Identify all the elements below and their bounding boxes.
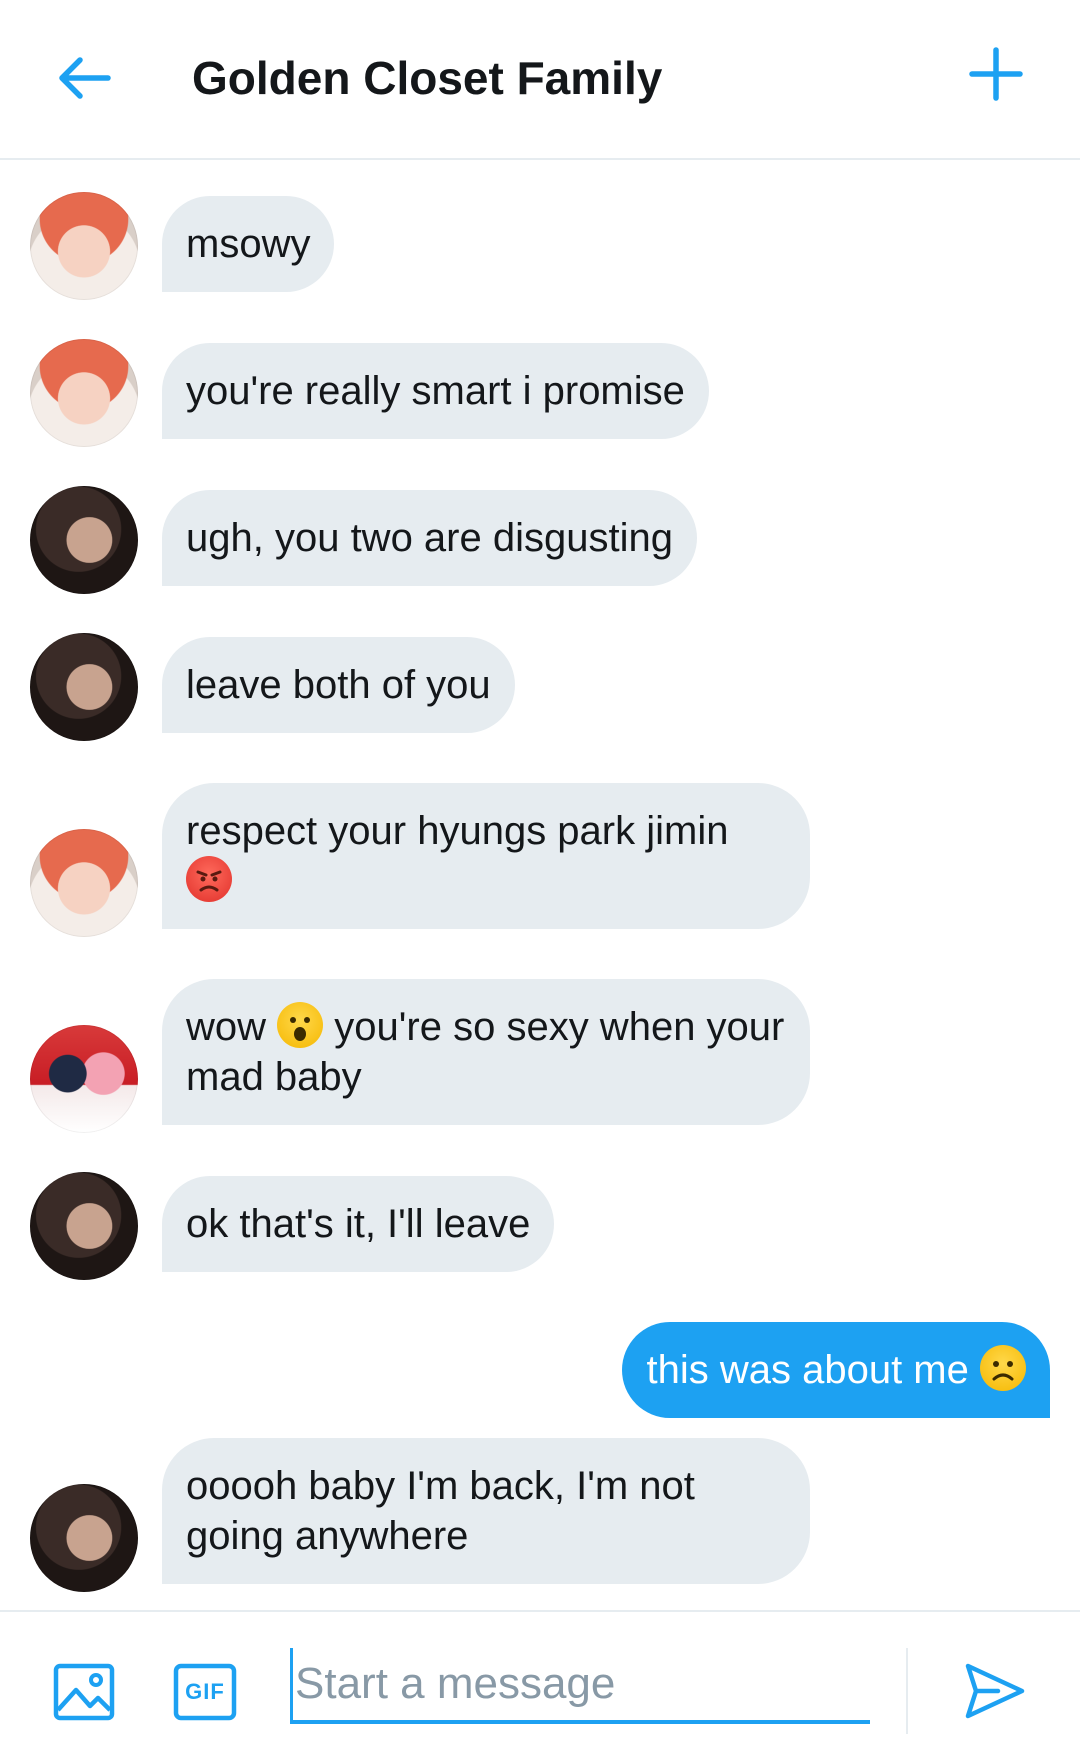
message-text: leave both of you — [186, 663, 491, 707]
message-text: ok that's it, I'll leave — [186, 1202, 531, 1246]
message-input-wrapper[interactable] — [290, 1648, 875, 1724]
gif-button[interactable]: GIF — [172, 1660, 238, 1724]
message-composer: GIF — [0, 1610, 1080, 1757]
add-participant-button[interactable] — [964, 42, 1028, 106]
message-bubble[interactable]: ok that's it, I'll leave — [162, 1176, 555, 1272]
conversation-header: Golden Closet Family — [0, 0, 1080, 160]
avatar-jimin[interactable] — [30, 486, 138, 594]
avatar-suga[interactable] — [30, 829, 138, 937]
message-bubble[interactable]: wow you're so sexy when your mad baby — [162, 979, 810, 1125]
message-bubble[interactable]: msowy — [162, 196, 335, 292]
back-button[interactable] — [52, 46, 116, 110]
conversation-title[interactable]: Golden Closet Family — [192, 46, 662, 110]
send-button[interactable] — [962, 1658, 1028, 1724]
avatar-jimin[interactable] — [30, 633, 138, 741]
message-bubble[interactable]: respect your hyungs park jimin — [162, 783, 810, 929]
message-bubble[interactable]: leave both of you — [162, 637, 515, 733]
message-text: this was about me — [646, 1348, 969, 1392]
sent-message-bubble[interactable]: this was about me — [622, 1322, 1050, 1418]
surprised-face-emoji — [277, 1002, 324, 1048]
message-text: you're so sexy when your mad baby — [186, 1005, 785, 1099]
message-text: ooooh baby I'm back, I'm not going anywh… — [186, 1464, 695, 1558]
frowning-face-emoji — [980, 1345, 1026, 1391]
message-text: wow — [186, 1005, 267, 1049]
message-bubble[interactable]: ooooh baby I'm back, I'm not going anywh… — [162, 1438, 810, 1584]
avatar-suga[interactable] — [30, 192, 138, 300]
avatar-suga[interactable] — [30, 339, 138, 447]
message-input[interactable] — [290, 1648, 875, 1720]
message-text: ugh, you two are disgusting — [186, 516, 673, 560]
message-text: you're really smart i promise — [186, 369, 685, 413]
message-text: msowy — [186, 222, 311, 266]
message-text: respect your hyungs park jimin — [186, 809, 729, 853]
avatar-jimin[interactable] — [30, 1484, 138, 1592]
message-bubble[interactable]: ugh, you two are disgusting — [162, 490, 697, 586]
arrow-left-icon — [59, 57, 111, 99]
angry-face-emoji — [186, 856, 232, 902]
image-icon — [53, 1663, 115, 1721]
message-bubble[interactable]: you're really smart i promise — [162, 343, 709, 439]
send-icon — [965, 1663, 1025, 1719]
gif-label: GIF — [185, 1679, 225, 1704]
plus-icon — [969, 47, 1023, 101]
avatar-couple[interactable] — [30, 1025, 138, 1133]
avatar-jimin[interactable] — [30, 1172, 138, 1280]
add-photo-button[interactable] — [52, 1660, 116, 1724]
composer-divider — [906, 1648, 908, 1734]
